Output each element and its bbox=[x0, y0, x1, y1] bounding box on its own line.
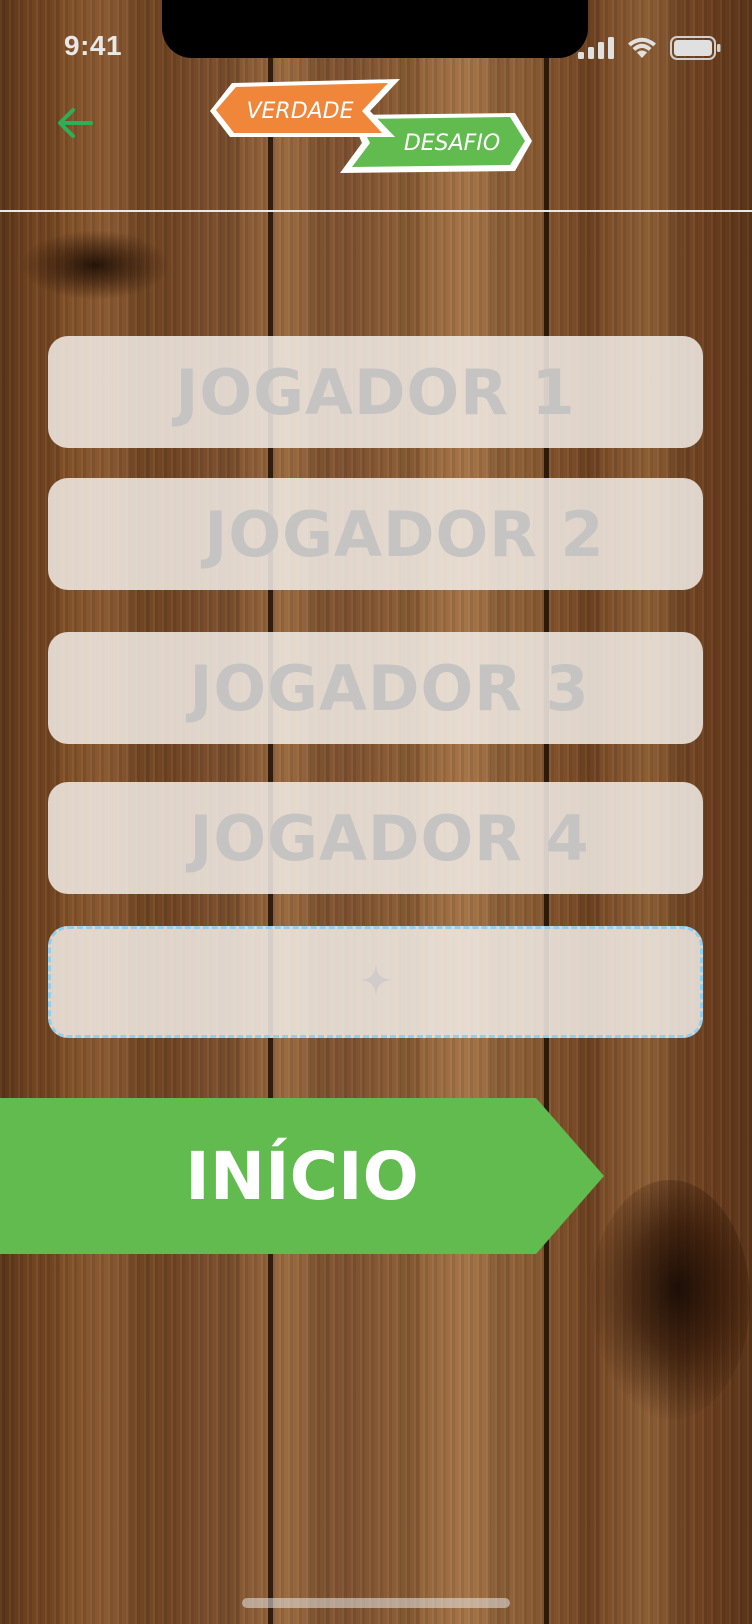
add-player-button[interactable] bbox=[48, 926, 703, 1038]
player-field-2 bbox=[48, 478, 703, 590]
logo-word-truth: VERDADE bbox=[246, 99, 353, 124]
screen: 9:41 VERDADE DESAFIO JOGADOR 1 JOGADOR 2… bbox=[0, 0, 752, 1624]
device-notch bbox=[162, 0, 588, 58]
start-button-label: INÍCIO bbox=[185, 1137, 419, 1215]
home-indicator bbox=[242, 1598, 510, 1608]
player-3-input[interactable] bbox=[48, 632, 703, 744]
wood-knot bbox=[20, 230, 170, 300]
app-logo: VERDADE DESAFIO bbox=[210, 75, 540, 185]
sparkle-plus-icon bbox=[359, 963, 393, 1001]
player-field-4 bbox=[48, 782, 703, 894]
header-divider bbox=[0, 210, 752, 212]
status-time: 9:41 bbox=[64, 30, 123, 61]
player-4-input[interactable] bbox=[48, 782, 703, 894]
arrow-left-icon bbox=[55, 105, 95, 145]
logo-word-dare: DESAFIO bbox=[404, 131, 500, 156]
player-field-3 bbox=[48, 632, 703, 744]
player-field-1 bbox=[48, 335, 703, 449]
start-button[interactable]: INÍCIO bbox=[0, 1098, 604, 1254]
player-2-input[interactable] bbox=[48, 478, 703, 590]
back-button[interactable] bbox=[50, 100, 100, 150]
wood-knot bbox=[590, 1180, 750, 1420]
player-1-input[interactable] bbox=[48, 335, 703, 449]
